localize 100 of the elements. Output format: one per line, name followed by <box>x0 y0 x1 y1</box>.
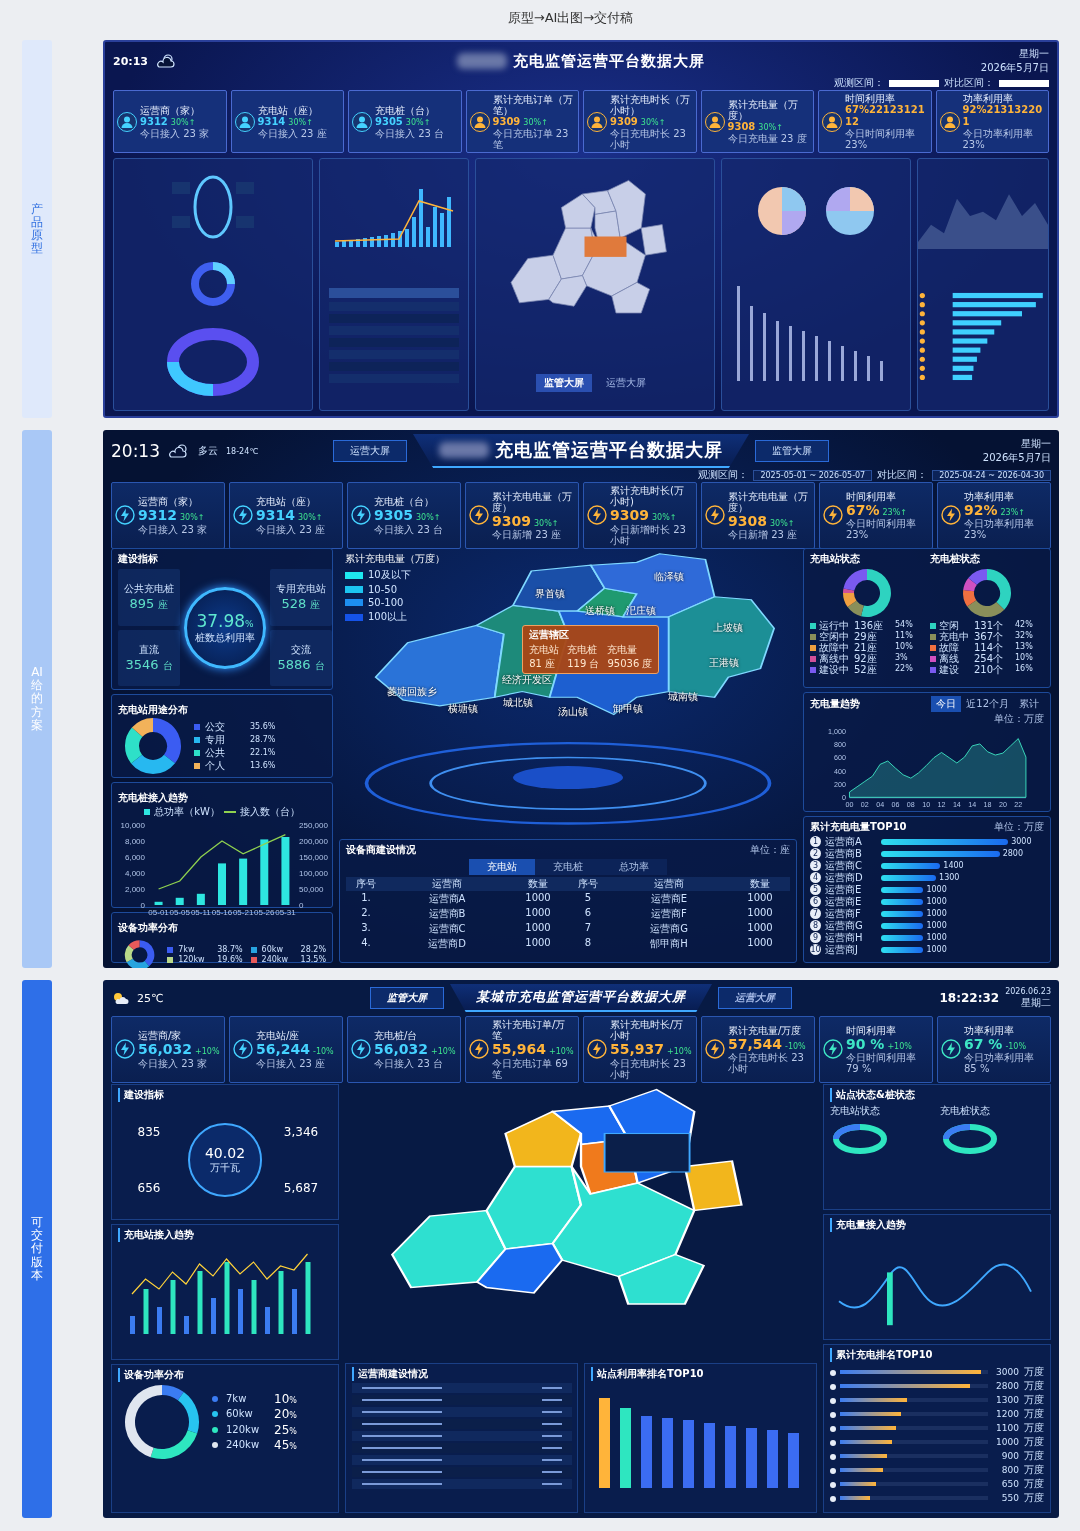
lightning-icon <box>469 1039 489 1060</box>
kpi-change: +10% <box>887 1041 912 1051</box>
lightning-icon <box>705 505 725 526</box>
stat-value: 3,346 <box>283 1125 319 1139</box>
lightning-icon <box>587 1039 607 1060</box>
stat-value: 835 <box>137 1125 161 1139</box>
table-tab[interactable]: 充电桩 <box>535 859 601 875</box>
tooltip-value: 119 台 <box>567 657 600 672</box>
bar-label: 运营商J <box>825 944 859 955</box>
bar-value: 1000 <box>926 897 947 906</box>
bar-label: 运营商F <box>825 908 862 919</box>
axis-tick-label: 0 <box>299 901 304 910</box>
chart-bar <box>952 365 974 371</box>
unit-label: 万度 <box>1024 1365 1044 1379</box>
legend-value: 28.7% <box>250 734 276 745</box>
rank-dot <box>919 292 925 298</box>
kpi-change: 30%↑ <box>769 518 795 528</box>
table-cell-text: 1000 <box>524 892 552 905</box>
cloud-sun-icon <box>111 991 129 1005</box>
panel-title: 充电桩接入趋势 <box>118 792 188 803</box>
chart-bar <box>952 347 981 353</box>
bar-value: 1000 <box>926 885 947 894</box>
kpi-value: 92% <box>964 501 998 518</box>
range-tab[interactable]: 今日 <box>931 696 962 712</box>
map-label: 上坡镇 <box>713 621 744 636</box>
pie-chart-drawing <box>825 186 875 237</box>
kpi-subtext: 今日接入 23 台 <box>375 127 446 139</box>
kpi-label: 时间利用率 <box>846 490 897 502</box>
chart-bar <box>704 1423 715 1488</box>
screen-tab[interactable]: 监管大屏 <box>536 374 592 393</box>
blurred-logo <box>439 442 489 458</box>
legend-value: 25% <box>274 1422 297 1437</box>
date-range-field[interactable]: 2025-04-24 ~ 2026-04-30 <box>932 469 1051 481</box>
stat-value: 5,687 <box>283 1181 319 1195</box>
rank-dot <box>830 1412 836 1418</box>
chart-bar <box>335 242 339 248</box>
lightning-icon <box>941 505 961 526</box>
tooltip-label: 充电桩 <box>567 643 599 658</box>
filter-label: 观测区间： <box>834 76 884 90</box>
table-tab[interactable]: 充电站 <box>469 859 535 875</box>
map-label: 王港镇 <box>708 655 739 670</box>
axis-tick-label: 250,000 <box>299 821 328 830</box>
rank-dot <box>919 301 925 307</box>
rank-dot <box>919 310 925 317</box>
kpi-label: 充电站（座） <box>256 496 317 507</box>
rank-dot <box>919 365 925 371</box>
filter-label: 观测区间： <box>698 468 749 482</box>
legend-label: 7kw <box>226 1392 248 1405</box>
rank-badge: 5 <box>810 884 821 895</box>
table-cell-text: 1000 <box>746 922 774 935</box>
nav-tab[interactable]: 监管大屏 <box>370 987 444 1009</box>
kpi-value: 9312 <box>140 115 168 128</box>
nav-tab[interactable]: 运营大屏 <box>718 987 792 1009</box>
axis-tick-label: 05-05 <box>169 908 190 917</box>
date-range-field[interactable] <box>889 79 939 87</box>
table-cell-text: 1000 <box>524 922 552 935</box>
nav-tab[interactable]: 运营大屏 <box>333 440 407 462</box>
legend-label: 120kw <box>178 955 206 965</box>
axis-tick-label: 150,000 <box>299 853 328 862</box>
chart-bar <box>802 330 805 381</box>
date-range-field[interactable]: 2025-05-01 ~ 2026-05-07 <box>753 469 873 481</box>
rank-dot <box>830 1496 836 1502</box>
kpi-change: 30%↑ <box>405 117 431 127</box>
kpi-value: 67%2212312112 <box>845 104 926 128</box>
axis-tick-label: 2,000 <box>124 885 145 894</box>
table-cell-text: 运营商G <box>649 922 689 936</box>
legend-label: 离线 <box>939 653 960 664</box>
table-tab[interactable]: 总功率 <box>601 859 667 875</box>
axis-tick-label: 05-26 <box>254 908 275 917</box>
kpi-change: 23%↑ <box>1000 507 1025 517</box>
chart-bar <box>881 898 924 905</box>
chart-subtitle: 充电站状态 <box>830 1104 881 1118</box>
lightning-icon <box>115 505 135 526</box>
legend-label: 60kw <box>226 1408 254 1421</box>
date-range-field[interactable] <box>999 79 1049 87</box>
table-cell-text: 8 <box>583 937 593 950</box>
kpi-value: 57,544 <box>728 1035 783 1052</box>
cloud-sun-icon <box>156 53 176 69</box>
table-cell-text: 运营商A <box>427 892 467 906</box>
stat-label: 交流 <box>291 642 311 657</box>
range-tab[interactable]: 近12个月 <box>961 696 1014 712</box>
chart-bar <box>887 1272 893 1326</box>
tooltip-label: 充电站 <box>529 643 560 658</box>
kpi-label: 累计充电订单（万笔） <box>492 93 574 116</box>
kpi-label: 运营商/家 <box>138 1030 183 1041</box>
range-tab[interactable]: 累计 <box>1014 696 1044 712</box>
chart-bar <box>218 863 226 905</box>
chart-bar <box>952 356 977 362</box>
rank-dot <box>830 1384 836 1390</box>
bar-label: 运营商E <box>825 896 863 907</box>
kpi-value: 9314 <box>256 507 295 524</box>
date: 2026年5月7日 <box>980 61 1049 75</box>
legend-label: 故障 <box>939 642 959 653</box>
map-label: 卸甲镇 <box>612 701 643 716</box>
chart-bar <box>391 233 395 248</box>
chart-bar <box>789 325 792 381</box>
screen-tab[interactable]: 运营大屏 <box>598 374 654 393</box>
nav-tab[interactable]: 监管大屏 <box>755 440 829 462</box>
chart-bar <box>426 227 430 248</box>
date: 2026.06.23 <box>1005 986 1051 996</box>
